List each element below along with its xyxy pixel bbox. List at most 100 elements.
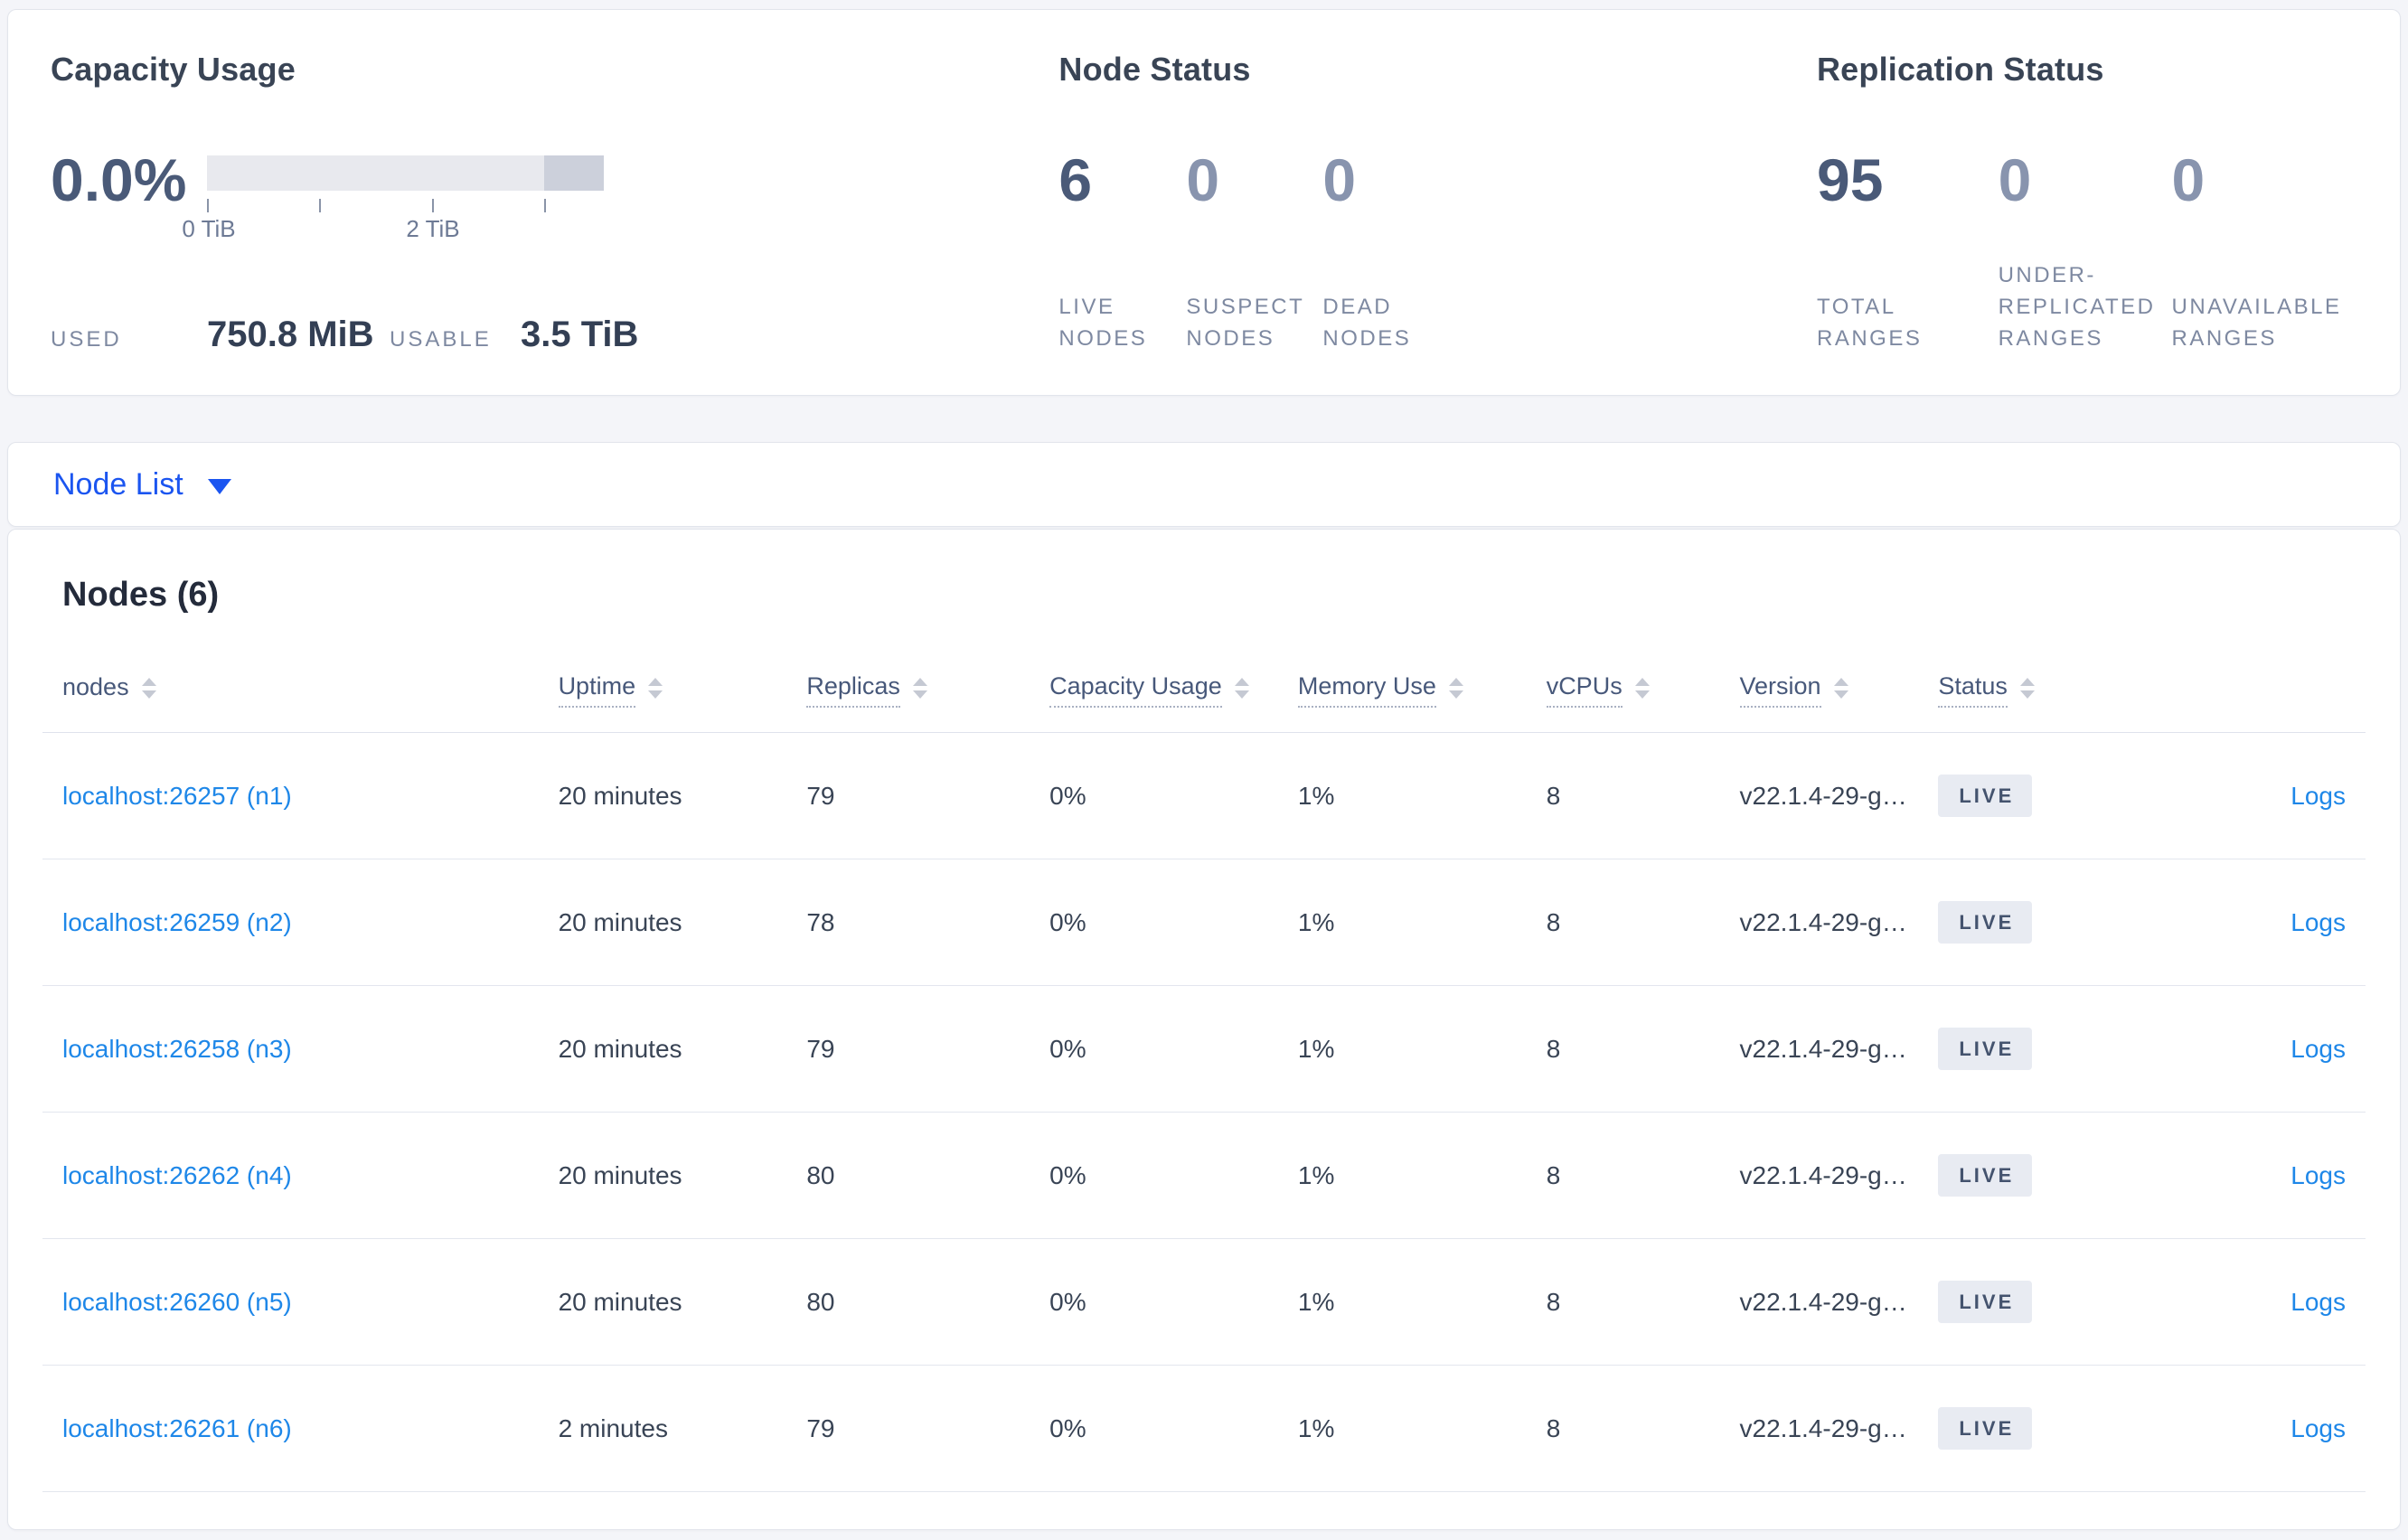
table-row: localhost:26257 (n1) 20 minutes 79 0% 1%… xyxy=(42,733,2366,859)
node-link[interactable]: localhost:26259 (n2) xyxy=(62,908,292,936)
column-header-status[interactable]: Status xyxy=(1938,672,2164,708)
uptime-cell: 20 minutes xyxy=(558,907,682,936)
vcpus-cell: 8 xyxy=(1546,781,1561,810)
status-badge: LIVE xyxy=(1938,1407,2033,1450)
logs-link[interactable]: Logs xyxy=(2290,1414,2346,1442)
column-header-capacity-usage[interactable]: Capacity Usage xyxy=(1049,672,1298,708)
vcpus-cell: 8 xyxy=(1546,1034,1561,1063)
node-link[interactable]: localhost:26261 (n6) xyxy=(62,1414,292,1442)
axis-tick xyxy=(544,199,546,212)
vcpus-cell: 8 xyxy=(1546,1287,1561,1316)
axis-tick xyxy=(207,199,209,212)
vcpus-cell: 8 xyxy=(1546,907,1561,936)
status-badge: LIVE xyxy=(1938,775,2033,817)
capacity-usage-title: Capacity Usage xyxy=(51,51,296,88)
version-cell: v22.1.4-29-g… xyxy=(1739,907,1907,936)
axis-label-mid: 2 TiB xyxy=(406,215,460,242)
replicas-cell: 80 xyxy=(806,1287,835,1316)
chevron-down-icon xyxy=(207,478,231,494)
table-row: localhost:26261 (n6) 2 minutes 79 0% 1% … xyxy=(42,1366,2366,1492)
memory-cell: 1% xyxy=(1297,1413,1335,1442)
version-cell: v22.1.4-29-g… xyxy=(1739,1287,1907,1316)
version-cell: v22.1.4-29-g… xyxy=(1739,781,1907,810)
replicas-cell: 79 xyxy=(806,1034,835,1063)
uptime-cell: 20 minutes xyxy=(558,1160,682,1189)
sort-icon xyxy=(141,678,156,699)
uptime-cell: 20 minutes xyxy=(558,781,682,810)
status-badge: LIVE xyxy=(1938,1028,2033,1070)
column-header-version[interactable]: Version xyxy=(1739,672,1939,708)
logs-link[interactable]: Logs xyxy=(2290,1035,2346,1063)
logs-link[interactable]: Logs xyxy=(2290,1288,2346,1316)
node-status-section: Node Status 6 LIVE NODES 0 SUSPECT NODES… xyxy=(1058,51,1817,395)
used-value: 750.8 MiB xyxy=(207,315,374,354)
capacity-cell: 0% xyxy=(1049,1034,1086,1063)
sort-icon xyxy=(648,678,663,699)
unavailable-value: 0 xyxy=(2171,146,2206,213)
column-header-nodes[interactable]: nodes xyxy=(62,673,559,707)
node-list-dropdown-label: Node List xyxy=(53,466,183,502)
node-link[interactable]: localhost:26260 (n5) xyxy=(62,1288,292,1316)
sort-icon xyxy=(1448,678,1463,699)
capacity-cell: 0% xyxy=(1049,1287,1086,1316)
capacity-cell: 0% xyxy=(1049,781,1086,810)
total-ranges-value: 95 xyxy=(1816,146,1884,213)
replicas-cell: 79 xyxy=(806,781,835,810)
suspect-nodes-label: SUSPECT NODES xyxy=(1186,295,1304,351)
suspect-nodes-stat: 0 SUSPECT NODES xyxy=(1186,148,1322,358)
capacity-cell: 0% xyxy=(1049,1413,1086,1442)
node-link[interactable]: localhost:26257 (n1) xyxy=(62,782,292,810)
uptime-cell: 20 minutes xyxy=(558,1287,682,1316)
sort-icon xyxy=(1634,678,1650,699)
status-badge: LIVE xyxy=(1938,901,2033,944)
vcpus-cell: 8 xyxy=(1546,1160,1561,1189)
capacity-bar-reserved xyxy=(544,155,604,191)
logs-link[interactable]: Logs xyxy=(2290,908,2346,936)
live-nodes-stat: 6 LIVE NODES xyxy=(1058,148,1186,358)
replication-status-title: Replication Status xyxy=(1816,51,2104,88)
capacity-cell: 0% xyxy=(1049,1160,1086,1189)
memory-cell: 1% xyxy=(1297,1034,1335,1063)
version-cell: v22.1.4-29-g… xyxy=(1739,1413,1907,1442)
capacity-cell: 0% xyxy=(1049,907,1086,936)
live-nodes-value: 6 xyxy=(1058,146,1093,213)
unavailable-label: UNAVAILABLE RANGES xyxy=(2171,295,2342,351)
sort-icon xyxy=(912,678,927,699)
under-replicated-value: 0 xyxy=(1998,146,2032,213)
nodes-table-panel: Nodes (6) nodes Uptime Replicas Capacity… xyxy=(7,529,2401,1530)
column-header-uptime[interactable]: Uptime xyxy=(558,672,807,708)
table-header-row: nodes Uptime Replicas Capacity Usage Mem… xyxy=(42,648,2366,733)
column-header-memory-use[interactable]: Memory Use xyxy=(1297,672,1547,708)
logs-link[interactable]: Logs xyxy=(2290,782,2346,810)
column-header-vcpus[interactable]: vCPUs xyxy=(1546,672,1740,708)
suspect-nodes-value: 0 xyxy=(1186,146,1220,213)
capacity-bar-track xyxy=(207,155,604,191)
capacity-usage-section: Capacity Usage 0.0% 0 TiB 2 TiB USED 750… xyxy=(51,51,1058,395)
memory-cell: 1% xyxy=(1297,1287,1335,1316)
replicas-cell: 78 xyxy=(806,907,835,936)
memory-cell: 1% xyxy=(1297,1160,1335,1189)
node-list-dropdown[interactable]: Node List xyxy=(53,467,231,502)
axis-tick xyxy=(432,199,434,212)
uptime-cell: 20 minutes xyxy=(558,1034,682,1063)
table-row: localhost:26259 (n2) 20 minutes 78 0% 1%… xyxy=(42,859,2366,986)
cluster-summary-panel: Capacity Usage 0.0% 0 TiB 2 TiB USED 750… xyxy=(7,9,2401,396)
usable-label: USABLE xyxy=(390,327,492,352)
capacity-axis: 0 TiB 2 TiB xyxy=(182,191,604,242)
dead-nodes-value: 0 xyxy=(1322,146,1357,213)
logs-link[interactable]: Logs xyxy=(2290,1161,2346,1189)
replication-status-section: Replication Status 95 TOTAL RANGES 0 UND… xyxy=(1817,51,2355,395)
used-label: USED xyxy=(51,327,122,352)
under-replicated-ranges-stat: 0 UNDER-REPLICATED RANGES xyxy=(1999,148,2172,358)
node-link[interactable]: localhost:26258 (n3) xyxy=(62,1035,292,1063)
replicas-cell: 80 xyxy=(806,1160,835,1189)
unavailable-ranges-stat: 0 UNAVAILABLE RANGES xyxy=(2171,148,2355,358)
dead-nodes-stat: 0 DEAD NODES xyxy=(1322,148,1433,358)
sort-icon xyxy=(1833,678,1848,699)
column-header-replicas[interactable]: Replicas xyxy=(806,672,1049,708)
node-status-title: Node Status xyxy=(1058,51,1251,88)
replicas-cell: 79 xyxy=(806,1413,835,1442)
node-link[interactable]: localhost:26262 (n4) xyxy=(62,1161,292,1189)
nodes-table: nodes Uptime Replicas Capacity Usage Mem… xyxy=(42,648,2366,1492)
axis-label-start: 0 TiB xyxy=(182,215,236,242)
